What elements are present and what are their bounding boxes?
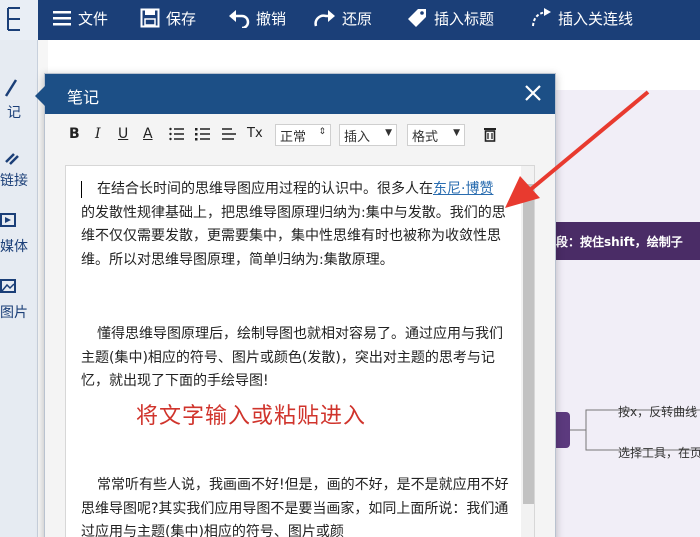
- editor-scrollbar[interactable]: [521, 166, 534, 537]
- editor-paragraph-3: 常常听有些人说，我画画不好!但是，画的不好，是不是就应用不好思维导图呢?其实我们…: [81, 477, 509, 537]
- undo-button[interactable]: 撤销: [228, 0, 286, 36]
- sidebar-note-label: 记: [7, 105, 21, 121]
- toolbar-corner: [0, 0, 38, 40]
- sidebar-media-label: 媒体: [0, 239, 28, 255]
- align-icon[interactable]: [221, 127, 237, 141]
- chevron-down-icon: ▼: [453, 128, 460, 138]
- insert-select-value: 插入: [344, 130, 371, 145]
- insert-relation-label: 插入关连线: [558, 9, 634, 28]
- para1-text: 在结合长时间的思维导图应用过程的认识中。很多人在: [97, 181, 433, 197]
- dialog-header: 笔记: [45, 74, 555, 114]
- menu-icon: [53, 11, 71, 26]
- pencil-icon: [4, 79, 18, 97]
- insert-tag-label: 插入标题: [434, 9, 495, 28]
- mindmap-banner-text: 段：按住shift，绘制子: [556, 234, 683, 249]
- scrollbar-thumb[interactable]: [523, 184, 534, 504]
- bullet-list-icon[interactable]: [195, 127, 211, 141]
- undo-icon: [229, 10, 250, 28]
- style-select-value: 正常: [280, 130, 307, 145]
- undo-label: 撤销: [256, 9, 287, 28]
- format-toolbar: B I U A Tx 正常 ⇕ 插入 ▼ 格式 ▼: [45, 114, 555, 154]
- italic-button[interactable]: I: [95, 126, 101, 142]
- left-sidebar: 记 链接 媒体 图片: [0, 40, 38, 537]
- file-menu-button[interactable]: 文件: [52, 0, 108, 36]
- sidebar-item-media[interactable]: 媒体: [0, 210, 38, 256]
- editor-paragraph-2: 懂得思维导图原理后，绘制导图也就相对容易了。通过应用与我们主题(集中)相应的符号…: [81, 326, 503, 389]
- mindmap-node-2[interactable]: 选择工具，在页: [618, 444, 700, 461]
- close-icon[interactable]: [523, 83, 543, 103]
- dialog-title: 笔记: [67, 88, 100, 107]
- save-label: 保存: [166, 9, 197, 28]
- bold-button[interactable]: B: [69, 126, 80, 142]
- save-icon: [140, 8, 160, 28]
- format-select-value: 格式: [412, 130, 439, 145]
- para1-continued: 的发散性规律基础上，把思维导图原理归纳为:集中与发散。我们的思维不仅仅需要发散，…: [81, 204, 506, 268]
- sidebar-item-note[interactable]: 记: [0, 76, 38, 122]
- tag-icon: [408, 9, 426, 27]
- editor-paragraph-1: 在结合长时间的思维导图应用过程的认识中。很多人在东尼·博赞的发散性规律基础上，把…: [81, 178, 511, 272]
- trash-icon[interactable]: [483, 126, 497, 142]
- insert-select[interactable]: 插入 ▼: [339, 124, 397, 146]
- save-button[interactable]: 保存: [140, 0, 196, 36]
- paste-hint-annotation: 将文字输入或粘贴进入: [136, 404, 367, 429]
- note-dialog: 笔记 B I U A Tx 正常 ⇕ 插入 ▼ 格式 ▼ 在结合长时间的思维导图…: [35, 73, 556, 537]
- note-editor[interactable]: 在结合长时间的思维导图应用过程的认识中。很多人在东尼·博赞的发散性规律基础上，把…: [65, 165, 535, 537]
- author-link[interactable]: 东尼·博赞: [433, 181, 493, 197]
- tree-icon: [7, 7, 20, 31]
- image-icon: [0, 279, 16, 293]
- numbered-list-icon[interactable]: [169, 127, 185, 141]
- media-icon: [0, 213, 16, 227]
- redo-label: 还原: [342, 9, 373, 28]
- insert-relation-button[interactable]: 插入关连线: [530, 0, 633, 36]
- sidebar-item-link[interactable]: 链接: [0, 144, 38, 190]
- sidebar-image-label: 图片: [0, 305, 28, 321]
- mindmap-banner[interactable]: 段：按住shift，绘制子: [556, 222, 700, 260]
- redo-icon: [314, 10, 335, 27]
- underline-button[interactable]: U: [118, 126, 128, 142]
- insert-tag-button[interactable]: 插入标题: [406, 0, 494, 36]
- relation-line-icon: [532, 8, 551, 27]
- clear-format-button[interactable]: Tx: [247, 126, 263, 141]
- file-label: 文件: [78, 9, 109, 28]
- mindmap-node-1[interactable]: 按ⅹ，反转曲线: [618, 403, 697, 420]
- chevron-down-icon: ▼: [385, 128, 392, 138]
- font-color-button[interactable]: A: [143, 126, 153, 142]
- sidebar-link-label: 链接: [0, 173, 28, 189]
- dialog-pointer: [35, 86, 45, 106]
- top-toolbar: 文件 保存 撤销 还原 插入标题 插入关连线: [0, 0, 700, 40]
- redo-button[interactable]: 还原: [314, 0, 372, 36]
- style-select[interactable]: 正常 ⇕: [275, 124, 331, 146]
- sidebar-item-image[interactable]: 图片: [0, 276, 38, 322]
- link-icon: [5, 153, 19, 165]
- spinner-icon: ⇕: [318, 127, 326, 137]
- format-select[interactable]: 格式 ▼: [407, 124, 465, 146]
